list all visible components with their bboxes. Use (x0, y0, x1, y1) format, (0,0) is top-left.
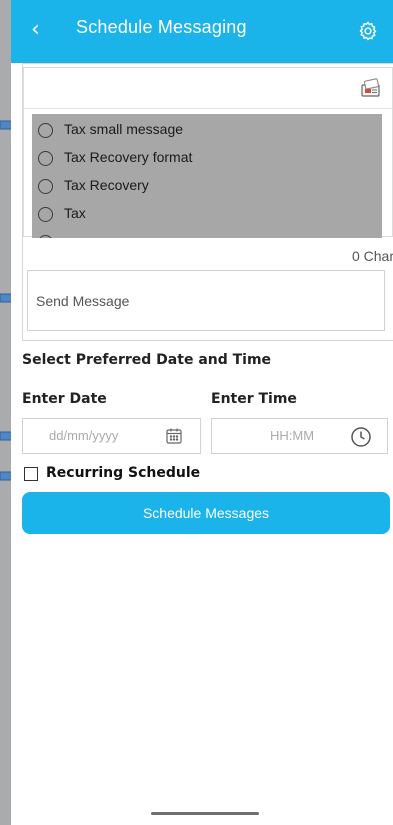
template-option[interactable]: Tax (32, 202, 382, 230)
time-label: Enter Time (211, 391, 297, 407)
template-list[interactable]: Tax small message Tax Recovery format Ta… (32, 114, 382, 238)
home-indicator (151, 812, 259, 815)
date-input[interactable]: dd/mm/yyyy (22, 418, 201, 454)
clock-icon[interactable] (350, 426, 372, 448)
template-option-label: Tax small message (64, 121, 184, 137)
date-placeholder: dd/mm/yyyy (49, 428, 119, 443)
gear-icon[interactable] (357, 20, 379, 42)
app-header: ‹ Schedule Messaging (11, 0, 393, 63)
calendar-icon[interactable] (165, 427, 183, 445)
template-option-label: Tax Recovery format (64, 149, 193, 165)
message-template-icon[interactable] (360, 78, 382, 98)
template-option[interactable]: Tax Recovery format (32, 146, 382, 174)
char-count: 0 Chars (351, 248, 393, 264)
template-option-label: Tax (64, 205, 86, 221)
template-panel: Tax small message Tax Recovery format Ta… (23, 67, 393, 238)
date-label: Enter Date (22, 391, 107, 407)
time-placeholder: HH:MM (270, 428, 315, 443)
message-composer-card: Tax small message Tax Recovery format Ta… (22, 63, 393, 341)
radio-button[interactable] (38, 179, 53, 194)
section-title: Select Preferred Date and Time (22, 352, 272, 368)
template-toolbar (24, 68, 392, 109)
radio-button[interactable] (38, 123, 53, 138)
schedule-messages-button[interactable]: Schedule Messages (22, 492, 390, 534)
template-option[interactable] (32, 230, 382, 238)
app-screen: ‹ Schedule Messaging Tax small message T… (11, 0, 393, 825)
radio-button[interactable] (38, 151, 53, 166)
time-input[interactable]: HH:MM (211, 418, 388, 454)
page-title: Schedule Messaging (76, 17, 247, 37)
template-option-label: Tax Recovery (64, 177, 149, 193)
recurring-checkbox[interactable] (24, 467, 38, 481)
template-option[interactable]: Tax small message (32, 118, 382, 146)
template-option[interactable]: Tax Recovery (32, 174, 382, 202)
message-input[interactable]: Send Message (27, 270, 385, 331)
radio-button[interactable] (38, 235, 53, 238)
radio-button[interactable] (38, 207, 53, 222)
recurring-label: Recurring Schedule (46, 465, 201, 481)
chevron-left-icon[interactable]: ‹ (31, 15, 55, 45)
